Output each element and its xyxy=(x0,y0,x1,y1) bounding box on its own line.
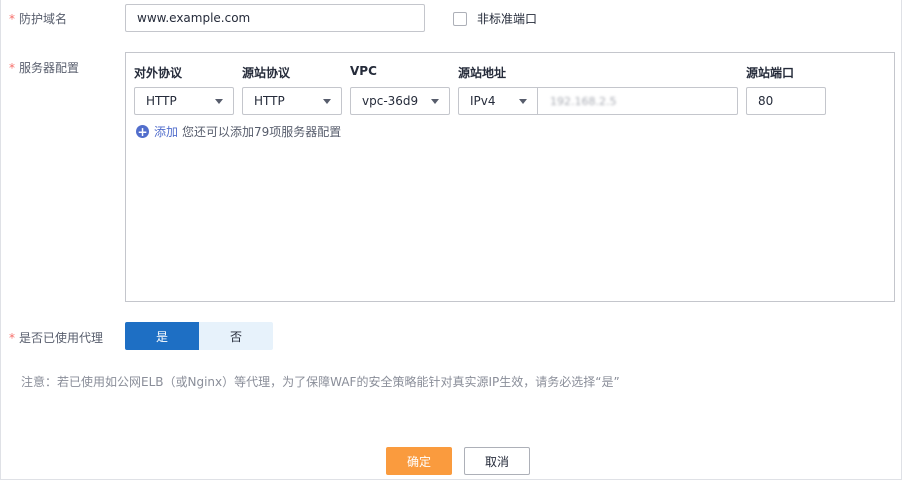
add-server-row: + 添加 您还可以添加79项服务器配置 xyxy=(136,123,341,140)
proxy-label: 是否已使用代理 xyxy=(19,331,104,345)
chevron-down-icon xyxy=(323,99,331,104)
col-head-vpc: VPC xyxy=(350,64,377,78)
non-standard-port-checkbox[interactable] xyxy=(453,11,467,26)
chevron-down-icon xyxy=(519,99,527,104)
external-protocol-select[interactable]: HTTP xyxy=(134,87,234,115)
col-head-origin-protocol: 源站协议 xyxy=(242,66,291,80)
cancel-button[interactable]: 取消 xyxy=(464,447,530,475)
domain-input-value: www.example.com xyxy=(137,11,251,25)
proxy-note: 注意：若已使用如公网ELB（或Nginx）等代理，为了保障WAF的安全策略能针对… xyxy=(21,375,620,389)
col-head-external-protocol: 对外协议 xyxy=(134,66,183,80)
address-type-value: IPv4 xyxy=(470,94,496,108)
vpc-select[interactable]: vpc-36d9 xyxy=(350,87,450,115)
form-panel: * 防护域名 www.example.com 非标准端口 * 服务器配置 对外协… xyxy=(0,0,902,480)
origin-port-input[interactable]: 80 xyxy=(746,87,826,115)
origin-protocol-value: HTTP xyxy=(254,94,285,108)
domain-input[interactable]: www.example.com xyxy=(125,4,425,32)
server-config-box: 对外协议 源站协议 VPC 源站地址 源站端口 HTTP HTTP vpc-36… xyxy=(125,52,895,302)
address-type-select[interactable]: IPv4 xyxy=(458,87,538,115)
add-server-link[interactable]: 添加 xyxy=(154,123,178,140)
col-head-origin-port: 源站端口 xyxy=(746,66,795,80)
domain-label: 防护域名 xyxy=(19,12,68,26)
domain-label-row: * 防护域名 xyxy=(9,10,67,27)
required-mark: * xyxy=(9,60,15,75)
required-mark: * xyxy=(9,330,15,345)
origin-port-value: 80 xyxy=(758,94,774,108)
origin-protocol-select[interactable]: HTTP xyxy=(242,87,342,115)
external-protocol-value: HTTP xyxy=(146,94,177,108)
proxy-no-button[interactable]: 否 xyxy=(199,322,273,350)
origin-address-input[interactable]: 192.168.2.5 xyxy=(538,87,738,115)
proxy-label-row: * 是否已使用代理 xyxy=(9,329,103,346)
server-label-row: * 服务器配置 xyxy=(9,59,79,76)
server-config-label: 服务器配置 xyxy=(19,61,80,75)
proxy-yes-button[interactable]: 是 xyxy=(125,322,199,350)
chevron-down-icon xyxy=(215,99,223,104)
required-mark: * xyxy=(9,11,15,26)
col-head-origin-address: 源站地址 xyxy=(458,66,507,80)
plus-circle-icon[interactable]: + xyxy=(136,125,149,138)
non-standard-port-label: 非标准端口 xyxy=(477,12,538,26)
confirm-button[interactable]: 确定 xyxy=(386,447,452,475)
chevron-down-icon xyxy=(431,99,439,104)
vpc-value: vpc-36d9 xyxy=(362,94,419,108)
add-server-hint: 您还可以添加79项服务器配置 xyxy=(182,125,342,139)
non-standard-port-checkbox-wrap[interactable]: 非标准端口 xyxy=(453,10,537,27)
proxy-toggle: 是 否 xyxy=(125,322,273,350)
origin-address-value: 192.168.2.5 xyxy=(550,94,617,108)
